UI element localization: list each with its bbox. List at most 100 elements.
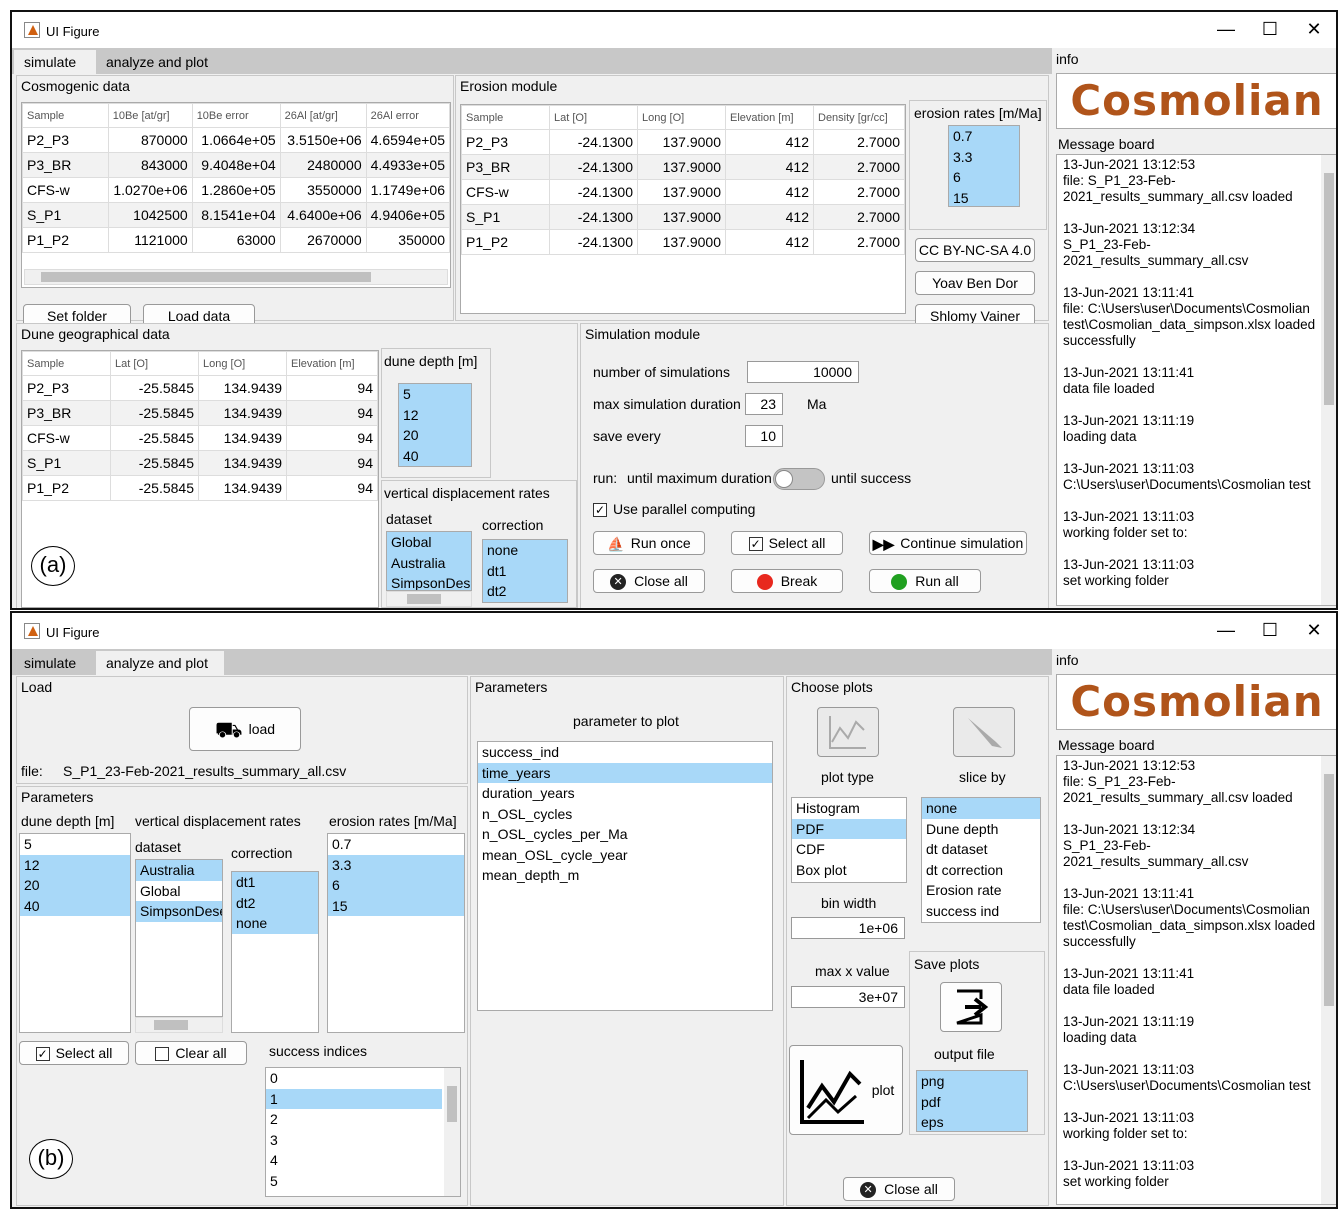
cell[interactable]: 94 bbox=[286, 375, 378, 401]
col-header[interactable]: Lat [O] bbox=[110, 351, 199, 376]
list-item[interactable]: none bbox=[232, 913, 318, 934]
cell[interactable]: P2_P3 bbox=[22, 127, 109, 153]
cell[interactable]: -24.1300 bbox=[549, 154, 638, 180]
cell[interactable]: 412 bbox=[725, 129, 814, 155]
cell[interactable]: P1_P2 bbox=[22, 227, 109, 253]
cell[interactable]: 4.9406e+05 bbox=[365, 202, 451, 228]
cell[interactable]: 1121000 bbox=[107, 227, 193, 253]
list-item[interactable]: 15 bbox=[949, 188, 1019, 207]
run-mode-switch[interactable] bbox=[773, 468, 825, 490]
table-row[interactable]: P1_P2 1121000 63000 2670000 350000 bbox=[22, 227, 451, 253]
cell[interactable]: 1.0270e+06 bbox=[107, 177, 193, 203]
tab-simulate[interactable]: simulate bbox=[14, 651, 96, 675]
n-sims-field[interactable]: 10000 bbox=[747, 361, 859, 383]
cell[interactable]: -25.5845 bbox=[110, 475, 199, 501]
scroll-thumb[interactable] bbox=[1324, 774, 1334, 1006]
list-item[interactable]: 6 bbox=[328, 875, 464, 896]
table-row[interactable]: P2_P3 -24.1300 137.9000 412 2.7000 bbox=[461, 129, 905, 155]
list-item[interactable]: 4 bbox=[266, 1150, 460, 1171]
col-header[interactable]: Sample bbox=[22, 351, 111, 376]
table-row[interactable]: S_P1 -24.1300 137.9000 412 2.7000 bbox=[461, 204, 905, 230]
cell[interactable]: 843000 bbox=[107, 152, 193, 178]
scroll-thumb[interactable] bbox=[407, 594, 441, 604]
parameter-list[interactable]: success_ind time_years duration_years n_… bbox=[477, 741, 773, 1011]
cell[interactable]: 2.7000 bbox=[813, 129, 905, 155]
correction-list[interactable]: none dt1 dt2 bbox=[482, 539, 568, 603]
switch-knob[interactable] bbox=[775, 470, 793, 488]
cell[interactable]: 2.7000 bbox=[813, 154, 905, 180]
list-item[interactable]: none bbox=[483, 540, 567, 561]
list-item[interactable]: mean_OSL_cycle_year bbox=[478, 845, 772, 866]
list-item[interactable]: 20 bbox=[20, 875, 130, 896]
author-button-1[interactable]: Yoav Ben Dor bbox=[915, 271, 1035, 295]
cell[interactable]: CFS-w bbox=[461, 179, 550, 205]
table-row[interactable]: P2_P3 870000 1.0664e+05 3.5150e+06 4.6594e+0… bbox=[22, 127, 451, 153]
horizontal-scrollbar[interactable] bbox=[24, 269, 448, 285]
cell[interactable]: 2480000 bbox=[279, 152, 367, 178]
minimize-icon[interactable]: — bbox=[1206, 18, 1246, 42]
col-header[interactable]: Density [gr/cc] bbox=[813, 105, 905, 130]
vertical-scrollbar[interactable] bbox=[1321, 756, 1336, 1204]
cell[interactable]: CFS-w bbox=[22, 177, 109, 203]
cell[interactable]: -25.5845 bbox=[110, 400, 199, 426]
list-item[interactable]: 6 bbox=[949, 167, 1019, 188]
cell[interactable]: 3.5150e+06 bbox=[279, 127, 367, 153]
cell[interactable]: -25.5845 bbox=[110, 425, 199, 451]
select-all-button[interactable]: ✓ Select all bbox=[731, 531, 843, 555]
list-item[interactable]: 0.7 bbox=[328, 834, 464, 855]
scroll-thumb[interactable] bbox=[41, 272, 371, 282]
break-button[interactable]: Break bbox=[731, 569, 843, 593]
plot-type-image-button[interactable] bbox=[817, 707, 879, 757]
dataset-list[interactable]: Australia Global SimpsonDese bbox=[135, 859, 223, 1017]
list-item[interactable]: 3 bbox=[266, 1130, 460, 1151]
save-plot-button[interactable] bbox=[940, 982, 1002, 1032]
cell[interactable]: -24.1300 bbox=[549, 179, 638, 205]
minimize-icon[interactable]: — bbox=[1206, 619, 1246, 643]
list-item[interactable]: success ind bbox=[922, 901, 1040, 922]
col-header[interactable]: Sample bbox=[461, 105, 550, 130]
list-item[interactable]: Global bbox=[387, 532, 471, 553]
list-item[interactable]: 3.3 bbox=[328, 854, 464, 875]
cell[interactable]: P1_P2 bbox=[22, 475, 111, 501]
cell[interactable]: 3550000 bbox=[279, 177, 367, 203]
table-row[interactable]: CFS-w -25.5845 134.9439 94 bbox=[22, 425, 378, 451]
checkbox-checked-icon[interactable]: ✓ bbox=[593, 503, 607, 518]
cell[interactable]: 137.9000 bbox=[637, 204, 726, 230]
cell[interactable]: 134.9439 bbox=[198, 450, 287, 476]
continue-simulation-button[interactable]: ▶▶ Continue simulation bbox=[869, 531, 1027, 555]
list-item[interactable]: Australia bbox=[387, 553, 471, 574]
cell[interactable]: 94 bbox=[286, 450, 378, 476]
bin-width-field[interactable]: 1e+06 bbox=[791, 917, 905, 939]
cell[interactable]: 94 bbox=[286, 475, 378, 501]
cell[interactable]: 412 bbox=[725, 179, 814, 205]
cell[interactable]: 412 bbox=[725, 204, 814, 230]
cell[interactable]: 412 bbox=[725, 229, 814, 255]
cell[interactable]: -25.5845 bbox=[110, 375, 199, 401]
cell[interactable]: S_P1 bbox=[22, 202, 109, 228]
cell[interactable]: S_P1 bbox=[461, 204, 550, 230]
cell[interactable]: -24.1300 bbox=[549, 229, 638, 255]
col-header[interactable]: 10Be error bbox=[191, 103, 281, 128]
list-item[interactable]: dt1 bbox=[483, 561, 567, 582]
dataset-scrollbar[interactable] bbox=[386, 591, 472, 607]
scroll-thumb[interactable] bbox=[154, 1020, 188, 1030]
close-icon[interactable]: ✕ bbox=[1294, 18, 1334, 42]
cell[interactable]: 350000 bbox=[365, 227, 451, 253]
table-row[interactable]: CFS-w -24.1300 137.9000 412 2.7000 bbox=[461, 179, 905, 205]
list-item[interactable]: 12 bbox=[20, 854, 130, 875]
close-all-button[interactable]: ✕ Close all bbox=[843, 1177, 955, 1201]
list-item[interactable]: 0 bbox=[266, 1068, 460, 1089]
list-item[interactable]: eps bbox=[917, 1112, 1027, 1131]
close-icon[interactable]: ✕ bbox=[1294, 619, 1334, 643]
col-header[interactable]: 26Al [at/gr] bbox=[279, 103, 367, 128]
save-every-field[interactable]: 10 bbox=[745, 425, 783, 447]
cell[interactable]: 1042500 bbox=[107, 202, 193, 228]
dataset-list[interactable]: Global Australia SimpsonDese bbox=[386, 531, 472, 591]
cell[interactable]: 2.7000 bbox=[813, 179, 905, 205]
cell[interactable]: 8.1541e+04 bbox=[191, 202, 281, 228]
scroll-thumb[interactable] bbox=[447, 1086, 457, 1122]
cell[interactable]: 137.9000 bbox=[637, 229, 726, 255]
cell[interactable]: 2.7000 bbox=[813, 229, 905, 255]
cell[interactable]: P3_BR bbox=[22, 152, 109, 178]
list-item[interactable]: Box plot bbox=[792, 860, 906, 881]
